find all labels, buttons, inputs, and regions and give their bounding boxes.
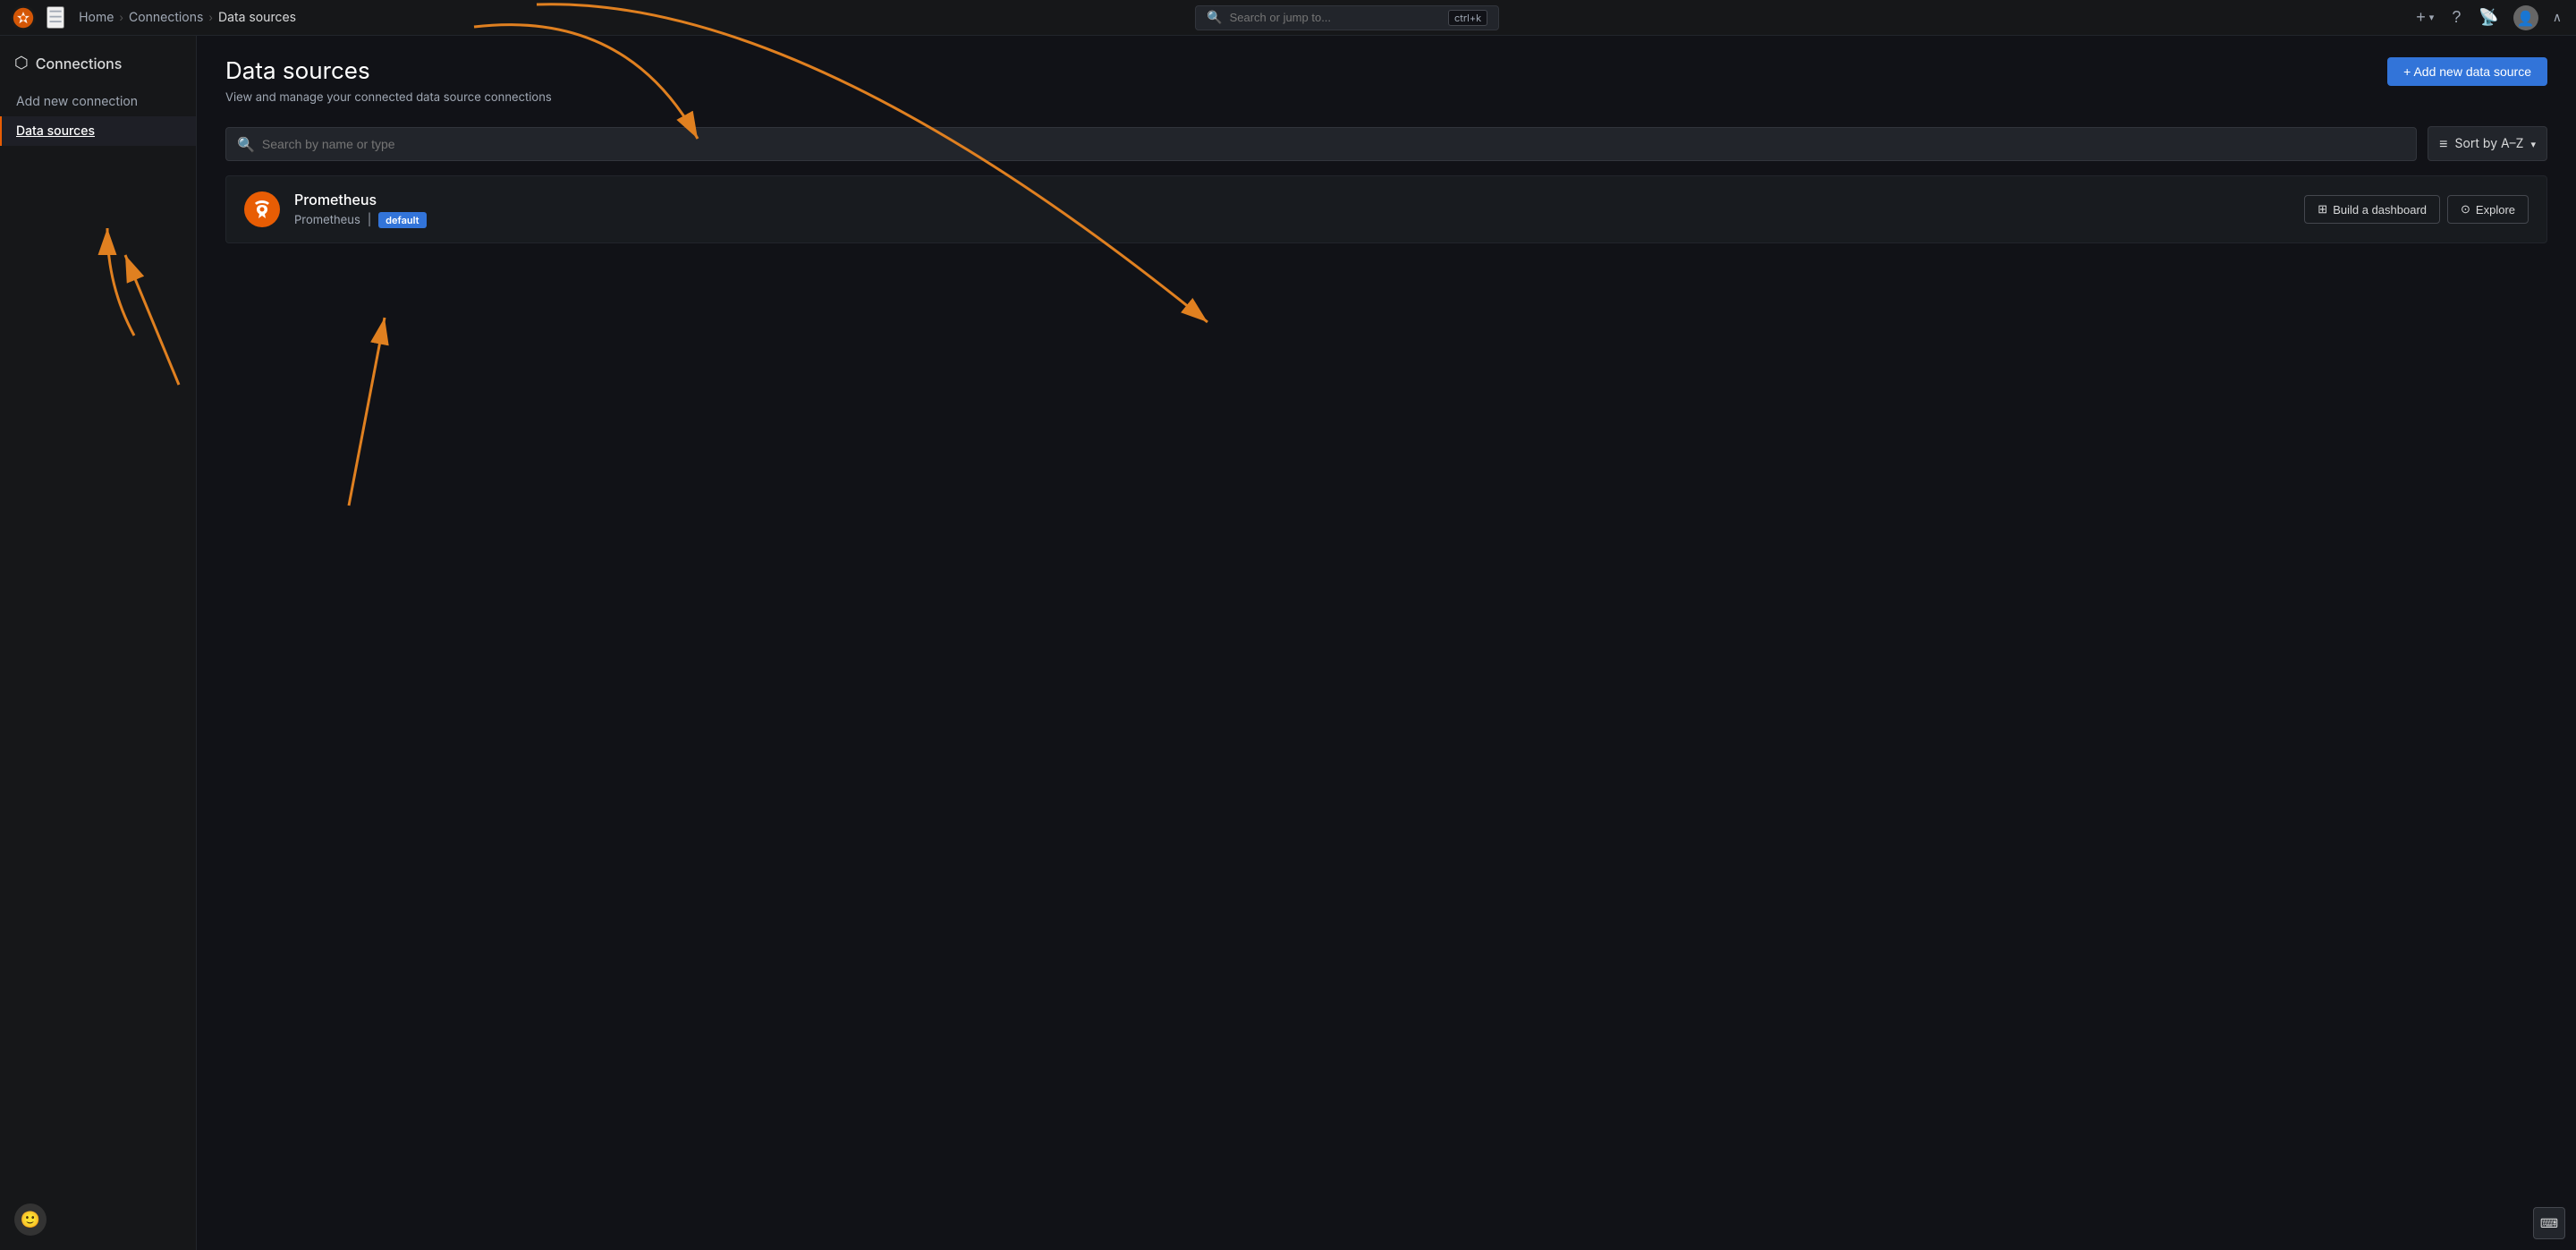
- search-box-icon: 🔍: [237, 135, 255, 153]
- help-button[interactable]: ?: [2448, 4, 2464, 30]
- connections-icon: ⬡: [14, 54, 29, 72]
- search-shortcut: ctrl+k: [1448, 10, 1487, 26]
- chevron-up-icon: ∧: [2553, 10, 2562, 25]
- breadcrumb-sep-1: ›: [119, 11, 123, 24]
- datasource-search-box[interactable]: 🔍: [225, 127, 2417, 161]
- search-input[interactable]: [1230, 11, 1441, 24]
- sort-chevron-icon: ▾: [2530, 138, 2536, 150]
- datasource-row: Prometheus Prometheus | default ⊞ Build …: [225, 175, 2547, 243]
- datasource-icon: [244, 191, 280, 227]
- hamburger-icon: ☰: [48, 8, 63, 26]
- meta-separator: |: [368, 213, 371, 227]
- sidebar-item-data-sources[interactable]: Data sources: [0, 116, 196, 146]
- grid-icon: ⊞: [2318, 202, 2327, 217]
- sidebar: ⬡ Connections Add new connection Data so…: [0, 36, 197, 1250]
- user-avatar[interactable]: 👤: [2513, 5, 2538, 30]
- datasource-info: Prometheus Prometheus | default: [294, 191, 2304, 228]
- sort-icon: ≡: [2439, 134, 2447, 153]
- datasource-badge: default: [378, 212, 426, 228]
- bottom-left-widget[interactable]: 🙂: [14, 1203, 47, 1236]
- main-content: Data sources View and manage your connec…: [197, 36, 2576, 1250]
- build-dashboard-button[interactable]: ⊞ Build a dashboard: [2304, 195, 2440, 224]
- global-search[interactable]: 🔍 ctrl+k: [1195, 5, 1499, 30]
- add-button[interactable]: + ▾: [2412, 4, 2437, 30]
- datasource-list: Prometheus Prometheus | default ⊞ Build …: [225, 175, 2547, 243]
- breadcrumb-sep-2: ›: [208, 11, 213, 24]
- question-icon: ?: [2452, 8, 2461, 27]
- main-layout: ⬡ Connections Add new connection Data so…: [0, 36, 2576, 1250]
- grafana-logo[interactable]: [11, 5, 36, 30]
- top-navigation: ☰ Home › Connections › Data sources 🔍 ct…: [0, 0, 2576, 36]
- sidebar-item-add-connection[interactable]: Add new connection: [0, 87, 196, 116]
- page-header: Data sources View and manage your connec…: [225, 57, 2547, 105]
- collapse-button[interactable]: ∧: [2549, 6, 2565, 29]
- terminal-button[interactable]: ⌨: [2533, 1207, 2565, 1239]
- page-title-block: Data sources View and manage your connec…: [225, 57, 552, 105]
- compass-icon: ⊙: [2461, 202, 2470, 217]
- hamburger-menu[interactable]: ☰: [47, 6, 64, 29]
- datasource-actions: ⊞ Build a dashboard ⊙ Explore: [2304, 195, 2529, 224]
- sidebar-title: ⬡ Connections: [0, 50, 196, 87]
- datasource-name: Prometheus: [294, 191, 2304, 208]
- breadcrumb-home[interactable]: Home: [79, 10, 114, 25]
- page-title: Data sources: [225, 57, 552, 85]
- datasource-search-input[interactable]: [262, 137, 2405, 151]
- search-icon: 🔍: [1207, 10, 1222, 25]
- search-sort-row: 🔍 ≡ Sort by A–Z ▾: [225, 126, 2547, 161]
- topnav-right-controls: + ▾ ? 📡 👤 ∧: [2412, 4, 2565, 30]
- plus-icon: +: [2416, 8, 2426, 27]
- page-subtitle: View and manage your connected data sour…: [225, 90, 552, 105]
- terminal-icon: ⌨: [2540, 1216, 2558, 1231]
- widget-icon: 🙂: [21, 1211, 40, 1229]
- add-new-datasource-button[interactable]: + Add new data source: [2387, 57, 2547, 86]
- datasource-meta: Prometheus | default: [294, 212, 2304, 228]
- plus-chevron-icon: ▾: [2429, 12, 2435, 23]
- breadcrumb-connections[interactable]: Connections: [129, 10, 203, 25]
- sort-dropdown[interactable]: ≡ Sort by A–Z ▾: [2428, 126, 2547, 161]
- breadcrumb: Home › Connections › Data sources: [79, 10, 296, 25]
- datasource-type: Prometheus: [294, 213, 360, 227]
- breadcrumb-current: Data sources: [218, 10, 296, 25]
- explore-button[interactable]: ⊙ Explore: [2447, 195, 2529, 224]
- news-button[interactable]: 📡: [2475, 4, 2502, 30]
- rss-icon: 📡: [2479, 8, 2498, 27]
